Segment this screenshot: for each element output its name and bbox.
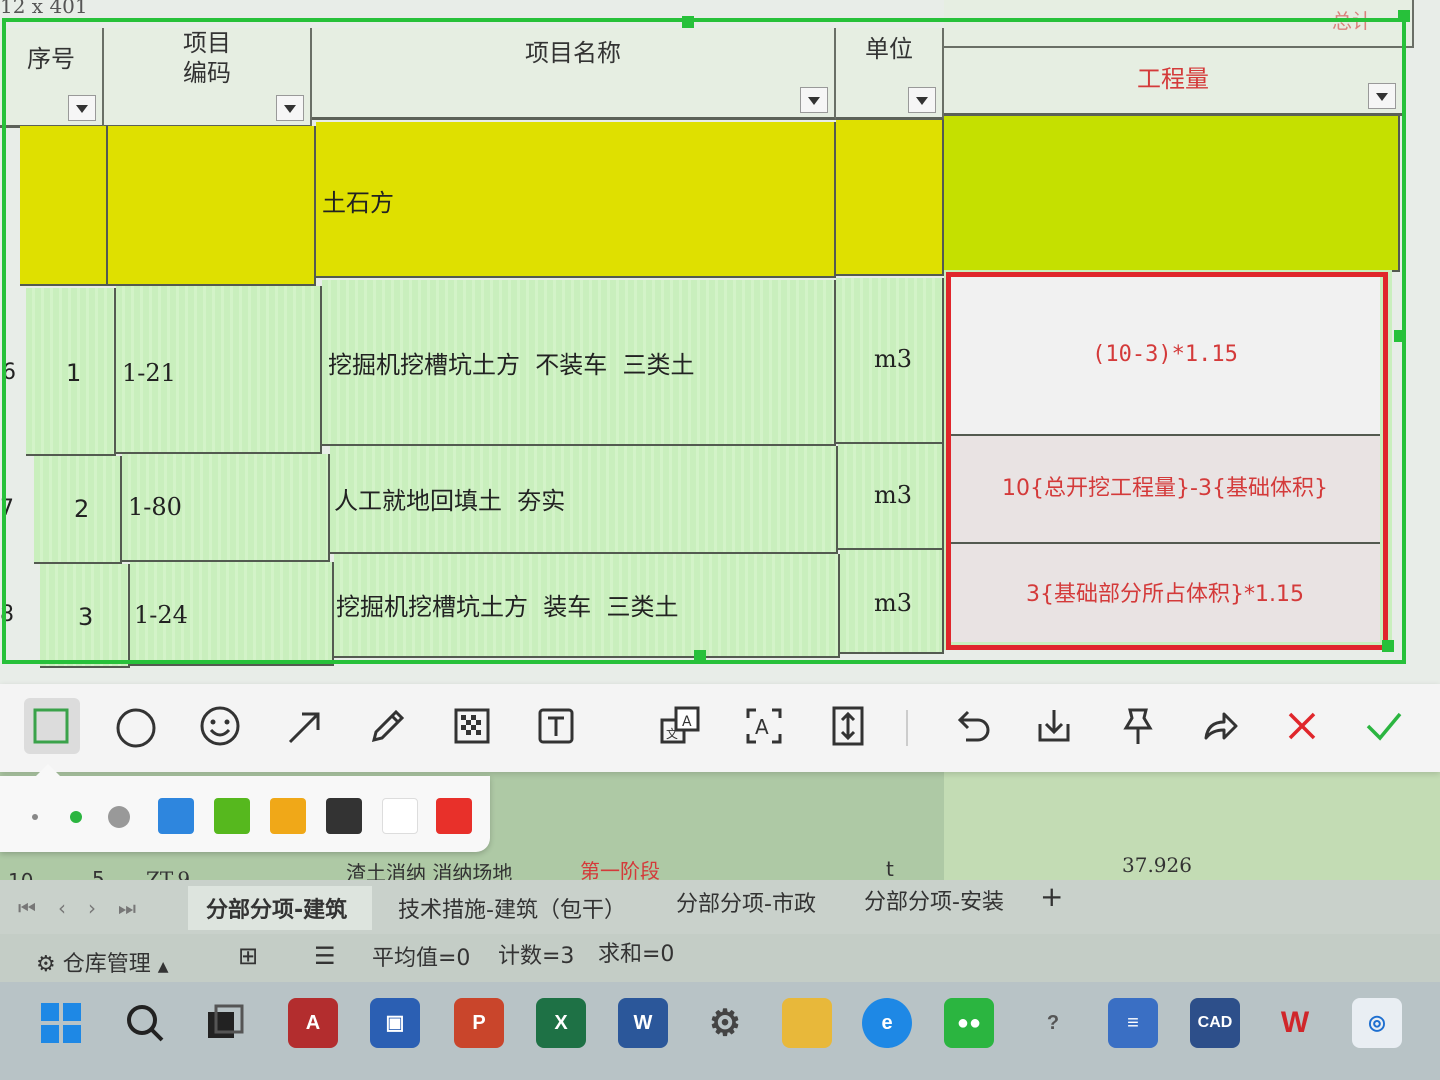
pencil-icon[interactable] bbox=[360, 698, 416, 754]
app-icon[interactable]: ◎ bbox=[1352, 998, 1402, 1048]
undo-icon[interactable] bbox=[944, 698, 1000, 754]
svg-text:A: A bbox=[755, 715, 769, 739]
color-swatch-white[interactable] bbox=[382, 798, 418, 834]
tab-installation[interactable]: 分部分项-安装 bbox=[864, 884, 1004, 916]
color-swatch-black[interactable] bbox=[326, 798, 362, 834]
status-count: 计数=3 bbox=[498, 944, 575, 969]
tab-municipal[interactable]: 分部分项-市政 bbox=[676, 886, 816, 918]
share-icon[interactable] bbox=[1192, 698, 1248, 754]
wechat-icon[interactable]: ●● bbox=[944, 998, 994, 1048]
prev-sheet-icon[interactable]: ‹ bbox=[58, 896, 88, 920]
color-swatch-red[interactable] bbox=[436, 798, 472, 834]
status-sum: 求和=0 bbox=[598, 942, 675, 967]
long-screenshot-icon[interactable] bbox=[820, 698, 876, 754]
add-sheet-button[interactable]: + bbox=[1040, 880, 1063, 913]
confirm-icon[interactable] bbox=[1356, 698, 1412, 754]
color-swatch-orange[interactable] bbox=[270, 798, 306, 834]
lower-quantity-cell bbox=[944, 770, 1440, 880]
color-swatch-blue[interactable] bbox=[158, 798, 194, 834]
first-sheet-icon[interactable]: ⏮ bbox=[18, 896, 58, 920]
color-palette bbox=[0, 764, 490, 852]
excel-icon[interactable]: X bbox=[536, 998, 586, 1048]
color-swatch-green[interactable] bbox=[214, 798, 250, 834]
next-sheet-icon[interactable]: › bbox=[88, 896, 118, 920]
svg-text:文: 文 bbox=[666, 726, 678, 741]
resize-handle-top-right[interactable] bbox=[1398, 10, 1410, 22]
cad-icon[interactable]: CAD bbox=[1190, 998, 1240, 1048]
status-average: 平均值=0 bbox=[372, 946, 471, 971]
palette-pointer bbox=[36, 764, 60, 776]
sheet-tab-bar: ⏮‹›⏭ 分部分项-建筑 技术措施-建筑（包干） 分部分项-市政 分部分项-安装… bbox=[0, 880, 1440, 934]
store-icon[interactable]: ▣ bbox=[370, 998, 420, 1048]
screenshot-toolbar: A文 A bbox=[0, 684, 1440, 772]
toolbar-divider bbox=[906, 710, 908, 746]
cancel-icon[interactable] bbox=[1274, 698, 1330, 754]
access-icon[interactable]: A bbox=[288, 998, 338, 1048]
warehouse-button[interactable]: ⚙ 仓库管理 ▲ bbox=[36, 946, 169, 978]
caret-up-icon: ▲ bbox=[157, 959, 169, 975]
ocr-icon[interactable]: A bbox=[736, 698, 792, 754]
table-icon[interactable]: ⊞ bbox=[238, 942, 258, 970]
resize-handle-bottom[interactable] bbox=[694, 650, 706, 662]
windows-taskbar: A ▣ P X W ⚙ e ●● ? ≡ CAD W ◎ bbox=[0, 982, 1440, 1080]
settings-icon[interactable]: ⚙ bbox=[700, 998, 750, 1048]
quantity-value: 37.926 bbox=[1122, 853, 1192, 877]
list-icon[interactable]: ☰ bbox=[314, 942, 336, 970]
save-icon[interactable] bbox=[1026, 698, 1082, 754]
windows-start-icon[interactable] bbox=[36, 998, 86, 1048]
help-icon[interactable]: ? bbox=[1028, 998, 1078, 1048]
size-small-dot[interactable] bbox=[32, 814, 38, 820]
search-icon[interactable] bbox=[120, 998, 170, 1048]
tab-building[interactable]: 分部分项-建筑 bbox=[206, 892, 347, 924]
arrow-icon[interactable] bbox=[276, 698, 332, 754]
edge-icon[interactable]: e bbox=[862, 998, 912, 1048]
sheet-nav-arrows[interactable]: ⏮‹›⏭ bbox=[18, 896, 158, 920]
name-box-fragment: 12 x 401 bbox=[0, 0, 88, 18]
tab-technical-measures[interactable]: 技术措施-建筑（包干） bbox=[398, 892, 626, 924]
resize-handle-bottom-right[interactable] bbox=[1382, 640, 1394, 652]
file-explorer-icon[interactable] bbox=[782, 998, 832, 1048]
pin-icon[interactable] bbox=[1110, 698, 1166, 754]
translate-icon[interactable]: A文 bbox=[652, 698, 708, 754]
warehouse-icon: ⚙ bbox=[36, 952, 56, 977]
rectangle-icon[interactable] bbox=[24, 698, 80, 754]
capture-selection-border[interactable] bbox=[2, 18, 1406, 664]
emoji-icon[interactable] bbox=[192, 698, 248, 754]
last-sheet-icon[interactable]: ⏭ bbox=[118, 896, 158, 920]
size-medium-dot[interactable] bbox=[70, 811, 82, 823]
resize-handle-right[interactable] bbox=[1394, 330, 1406, 342]
mosaic-icon[interactable] bbox=[444, 698, 500, 754]
word-icon[interactable]: W bbox=[618, 998, 668, 1048]
status-bar: ⚙ 仓库管理 ▲ ⊞ ☰ 平均值=0 计数=3 求和=0 bbox=[0, 934, 1440, 982]
circle-icon[interactable] bbox=[108, 698, 164, 754]
wps-icon[interactable]: W bbox=[1270, 998, 1320, 1048]
resize-handle-top[interactable] bbox=[682, 16, 694, 28]
task-view-icon[interactable] bbox=[200, 998, 250, 1048]
svg-text:A: A bbox=[682, 714, 692, 730]
size-large-dot[interactable] bbox=[108, 806, 130, 828]
text-icon[interactable] bbox=[528, 698, 584, 754]
notepad-icon[interactable]: ≡ bbox=[1108, 998, 1158, 1048]
warehouse-label: 仓库管理 bbox=[62, 952, 151, 977]
powerpoint-icon[interactable]: P bbox=[454, 998, 504, 1048]
